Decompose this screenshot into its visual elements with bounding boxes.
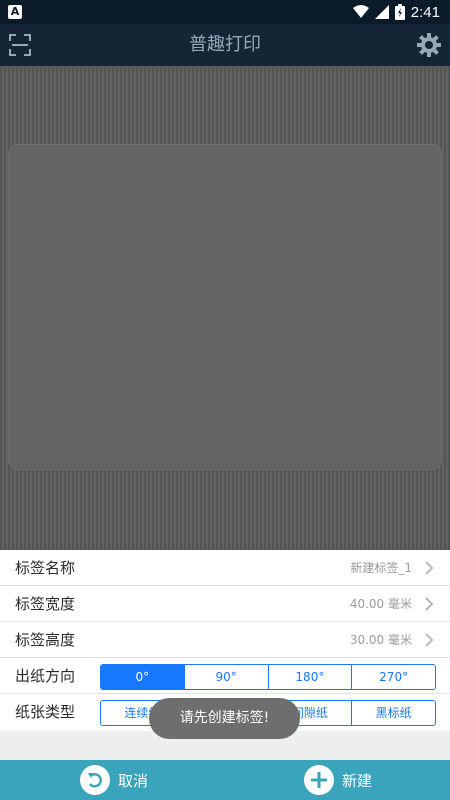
direction-90-option[interactable]: 90° <box>184 665 269 689</box>
label-width-value: 40.00 毫米 <box>349 597 412 611</box>
status-time: 2:41 <box>410 3 440 21</box>
chevron-right-icon <box>425 561 434 575</box>
direction-label: 出纸方向 <box>15 667 76 685</box>
toast-message: 请先创建标签! <box>149 698 300 739</box>
label-canvas[interactable] <box>0 66 450 550</box>
direction-0-option[interactable]: 0° <box>101 665 185 689</box>
status-icons: 2:41 <box>352 3 440 21</box>
label-name-value: 新建标签_1 <box>350 561 412 575</box>
paper-blackmark-option[interactable]: 黑标纸 <box>352 701 435 725</box>
notification-icon: A <box>8 5 22 19</box>
create-button[interactable]: 新建 <box>304 760 372 800</box>
gear-icon[interactable] <box>416 32 442 58</box>
app-header: 普趣打印 <box>0 24 450 66</box>
label-height-value: 30.00 毫米 <box>349 633 412 647</box>
row-print-direction: 出纸方向 0° 90° 180° 270° <box>0 658 450 694</box>
row-label-width[interactable]: 标签宽度 40.00 毫米 <box>0 586 450 622</box>
signal-icon <box>374 5 389 19</box>
label-preview[interactable] <box>8 144 442 470</box>
row-label-name[interactable]: 标签名称 新建标签_1 <box>0 550 450 586</box>
paper-type-label: 纸张类型 <box>15 703 76 721</box>
status-bar: A 2:41 <box>0 0 450 24</box>
label-width-label: 标签宽度 <box>15 595 76 613</box>
direction-180-option[interactable]: 180° <box>268 665 353 689</box>
wifi-icon <box>352 5 369 18</box>
direction-selector: 0° 90° 180° 270° <box>100 664 436 690</box>
create-label: 新建 <box>342 771 373 790</box>
chevron-right-icon <box>425 633 434 647</box>
label-name-label: 标签名称 <box>15 559 76 577</box>
page-title: 普趣打印 <box>189 34 261 55</box>
cancel-button[interactable]: 取消 <box>80 760 148 800</box>
direction-270-option[interactable]: 270° <box>352 665 435 689</box>
plus-icon <box>304 765 334 795</box>
undo-icon <box>80 765 110 795</box>
label-height-label: 标签高度 <box>15 631 76 649</box>
chevron-right-icon <box>425 597 434 611</box>
bottom-action-bar: 取消 新建 <box>0 760 450 800</box>
row-label-height[interactable]: 标签高度 30.00 毫米 <box>0 622 450 658</box>
battery-icon <box>394 4 405 20</box>
cancel-label: 取消 <box>118 771 149 790</box>
